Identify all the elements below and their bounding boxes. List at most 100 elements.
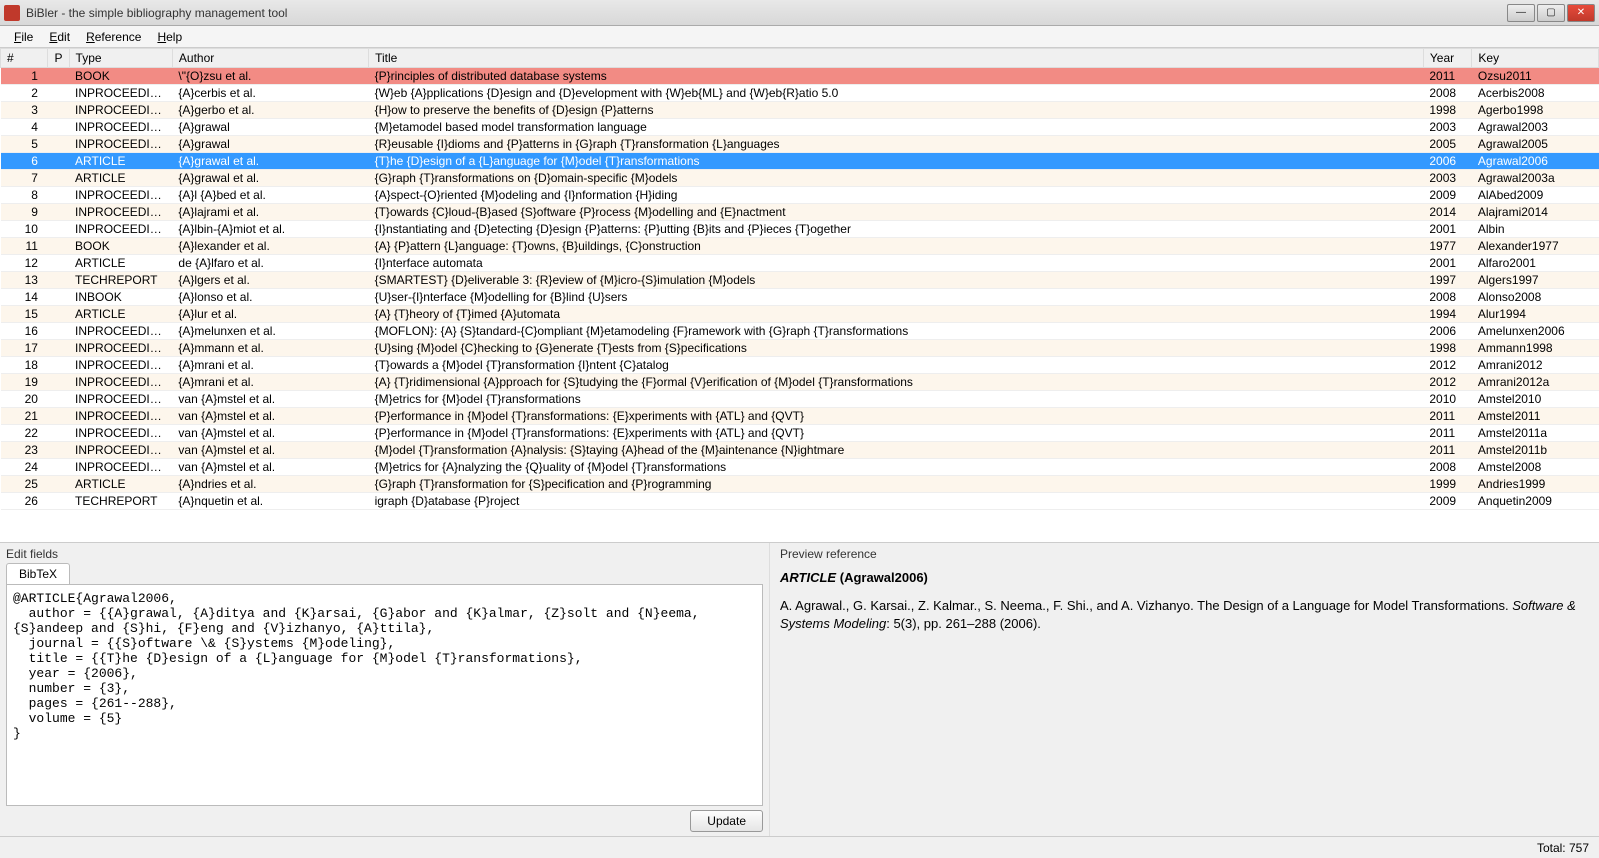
table-row[interactable]: 22INPROCEEDIN...van {A}mstel et al.{P}er…: [1, 425, 1599, 442]
table-row[interactable]: 25ARTICLE{A}ndries et al.{G}raph {T}rans…: [1, 476, 1599, 493]
cell-type: BOOK: [69, 238, 172, 255]
table-row[interactable]: 20INPROCEEDIN...van {A}mstel et al.{M}et…: [1, 391, 1599, 408]
cell-key: Ammann1998: [1472, 340, 1599, 357]
column-header-title[interactable]: Title: [369, 49, 1424, 68]
menu-reference[interactable]: Reference: [78, 28, 149, 46]
cell-type: INPROCEEDIN...: [69, 85, 172, 102]
cell-num: 20: [1, 391, 48, 408]
tab-bibtex[interactable]: BibTeX: [6, 563, 70, 584]
table-row[interactable]: 11BOOK{A}lexander et al.{A} {P}attern {L…: [1, 238, 1599, 255]
column-header-p[interactable]: P: [48, 49, 69, 68]
reference-table-scroll[interactable]: # P Type Author Title Year Key 1BOOK\"{O…: [0, 48, 1599, 542]
cell-key: Alexander1977: [1472, 238, 1599, 255]
cell-num: 22: [1, 425, 48, 442]
cell-author: {A}lgers et al.: [172, 272, 368, 289]
table-row[interactable]: 26TECHREPORT{A}nquetin et al.igraph {D}a…: [1, 493, 1599, 510]
table-row[interactable]: 4INPROCEEDIN...{A}grawal{M}etamodel base…: [1, 119, 1599, 136]
cell-author: van {A}mstel et al.: [172, 408, 368, 425]
cell-num: 2: [1, 85, 48, 102]
table-row[interactable]: 9INPROCEEDIN...{A}lajrami et al.{T}oward…: [1, 204, 1599, 221]
cell-author: {A}mrani et al.: [172, 374, 368, 391]
table-row[interactable]: 2INPROCEEDIN...{A}cerbis et al.{W}eb {A}…: [1, 85, 1599, 102]
cell-type: ARTICLE: [69, 153, 172, 170]
cell-p: [48, 289, 69, 306]
cell-key: Andries1999: [1472, 476, 1599, 493]
cell-p: [48, 153, 69, 170]
table-row[interactable]: 23INPROCEEDIN...van {A}mstel et al.{M}od…: [1, 442, 1599, 459]
table-row[interactable]: 19INPROCEEDIN...{A}mrani et al.{A} {T}ri…: [1, 374, 1599, 391]
cell-title: {A} {T}heory of {T}imed {A}utomata: [369, 306, 1424, 323]
cell-year: 2008: [1423, 85, 1472, 102]
table-row[interactable]: 24INPROCEEDIN...van {A}mstel et al.{M}et…: [1, 459, 1599, 476]
cell-type: INPROCEEDIN...: [69, 323, 172, 340]
cell-year: 2003: [1423, 119, 1472, 136]
menu-edit[interactable]: Edit: [41, 28, 78, 46]
table-row[interactable]: 13TECHREPORT{A}lgers et al.{SMARTEST} {D…: [1, 272, 1599, 289]
table-row[interactable]: 6ARTICLE{A}grawal et al.{T}he {D}esign o…: [1, 153, 1599, 170]
cell-num: 23: [1, 442, 48, 459]
cell-type: ARTICLE: [69, 476, 172, 493]
cell-type: INPROCEEDIN...: [69, 340, 172, 357]
preview-authors-title: A. Agrawal., G. Karsai., Z. Kalmar., S. …: [780, 598, 1512, 613]
column-header-type[interactable]: Type: [69, 49, 172, 68]
column-header-num[interactable]: #: [1, 49, 48, 68]
cell-type: INPROCEEDIN...: [69, 408, 172, 425]
cell-author: {A}mmann et al.: [172, 340, 368, 357]
column-header-author[interactable]: Author: [172, 49, 368, 68]
cell-year: 1998: [1423, 102, 1472, 119]
cell-author: {A}lur et al.: [172, 306, 368, 323]
cell-author: {A}lexander et al.: [172, 238, 368, 255]
table-row[interactable]: 15ARTICLE{A}lur et al.{A} {T}heory of {T…: [1, 306, 1599, 323]
cell-p: [48, 493, 69, 510]
table-row[interactable]: 3INPROCEEDIN...{A}gerbo et al.{H}ow to p…: [1, 102, 1599, 119]
cell-num: 1: [1, 68, 48, 85]
menu-help[interactable]: Help: [149, 28, 190, 46]
cell-key: Agrawal2006: [1472, 153, 1599, 170]
table-row[interactable]: 16INPROCEEDIN...{A}melunxen et al.{MOFLO…: [1, 323, 1599, 340]
table-row[interactable]: 17INPROCEEDIN...{A}mmann et al.{U}sing {…: [1, 340, 1599, 357]
window-titlebar: BiBler - the simple bibliography managem…: [0, 0, 1599, 26]
cell-title: {I}nstantiating and {D}etecting {D}esign…: [369, 221, 1424, 238]
close-button[interactable]: ✕: [1567, 4, 1595, 22]
table-row[interactable]: 10INPROCEEDIN...{A}lbin-{A}miot et al.{I…: [1, 221, 1599, 238]
cell-author: {A}grawal et al.: [172, 170, 368, 187]
menu-file[interactable]: File: [6, 28, 41, 46]
maximize-button[interactable]: ▢: [1537, 4, 1565, 22]
column-header-year[interactable]: Year: [1423, 49, 1472, 68]
cell-year: 2008: [1423, 459, 1472, 476]
cell-type: INPROCEEDIN...: [69, 459, 172, 476]
cell-year: 2001: [1423, 255, 1472, 272]
preview-content: ARTICLE (Agrawal2006) A. Agrawal., G. Ka…: [780, 569, 1589, 634]
cell-title: {M}odel {T}ransformation {A}nalysis: {S}…: [369, 442, 1424, 459]
cell-year: 2003: [1423, 170, 1472, 187]
table-row[interactable]: 5INPROCEEDIN...{A}grawal{R}eusable {I}di…: [1, 136, 1599, 153]
menubar: FileEditReferenceHelp: [0, 26, 1599, 48]
cell-year: 2009: [1423, 187, 1472, 204]
table-row[interactable]: 8INPROCEEDIN...{A}l {A}bed et al.{A}spec…: [1, 187, 1599, 204]
cell-year: 1977: [1423, 238, 1472, 255]
edit-pane-label: Edit fields: [6, 547, 763, 561]
minimize-button[interactable]: —: [1507, 4, 1535, 22]
cell-p: [48, 238, 69, 255]
cell-key: Amstel2010: [1472, 391, 1599, 408]
bibtex-textarea[interactable]: [6, 584, 763, 806]
column-header-key[interactable]: Key: [1472, 49, 1599, 68]
cell-type: ARTICLE: [69, 306, 172, 323]
update-button[interactable]: Update: [690, 810, 763, 832]
table-row[interactable]: 7ARTICLE{A}grawal et al.{G}raph {T}ransf…: [1, 170, 1599, 187]
table-row[interactable]: 12ARTICLEde {A}lfaro et al.{I}nterface a…: [1, 255, 1599, 272]
cell-key: Algers1997: [1472, 272, 1599, 289]
cell-title: {W}eb {A}pplications {D}esign and {D}eve…: [369, 85, 1424, 102]
table-row[interactable]: 18INPROCEEDIN...{A}mrani et al.{T}owards…: [1, 357, 1599, 374]
cell-type: INPROCEEDIN...: [69, 204, 172, 221]
table-row[interactable]: 21INPROCEEDIN...van {A}mstel et al.{P}er…: [1, 408, 1599, 425]
table-row[interactable]: 1BOOK\"{O}zsu et al.{P}rinciples of dist…: [1, 68, 1599, 85]
cell-key: Amstel2011b: [1472, 442, 1599, 459]
cell-type: TECHREPORT: [69, 493, 172, 510]
cell-title: {M}etamodel based model transformation l…: [369, 119, 1424, 136]
cell-key: Agerbo1998: [1472, 102, 1599, 119]
cell-num: 5: [1, 136, 48, 153]
cell-key: Amstel2011: [1472, 408, 1599, 425]
cell-title: {R}eusable {I}dioms and {P}atterns in {G…: [369, 136, 1424, 153]
table-row[interactable]: 14INBOOK{A}lonso et al.{U}ser-{I}nterfac…: [1, 289, 1599, 306]
